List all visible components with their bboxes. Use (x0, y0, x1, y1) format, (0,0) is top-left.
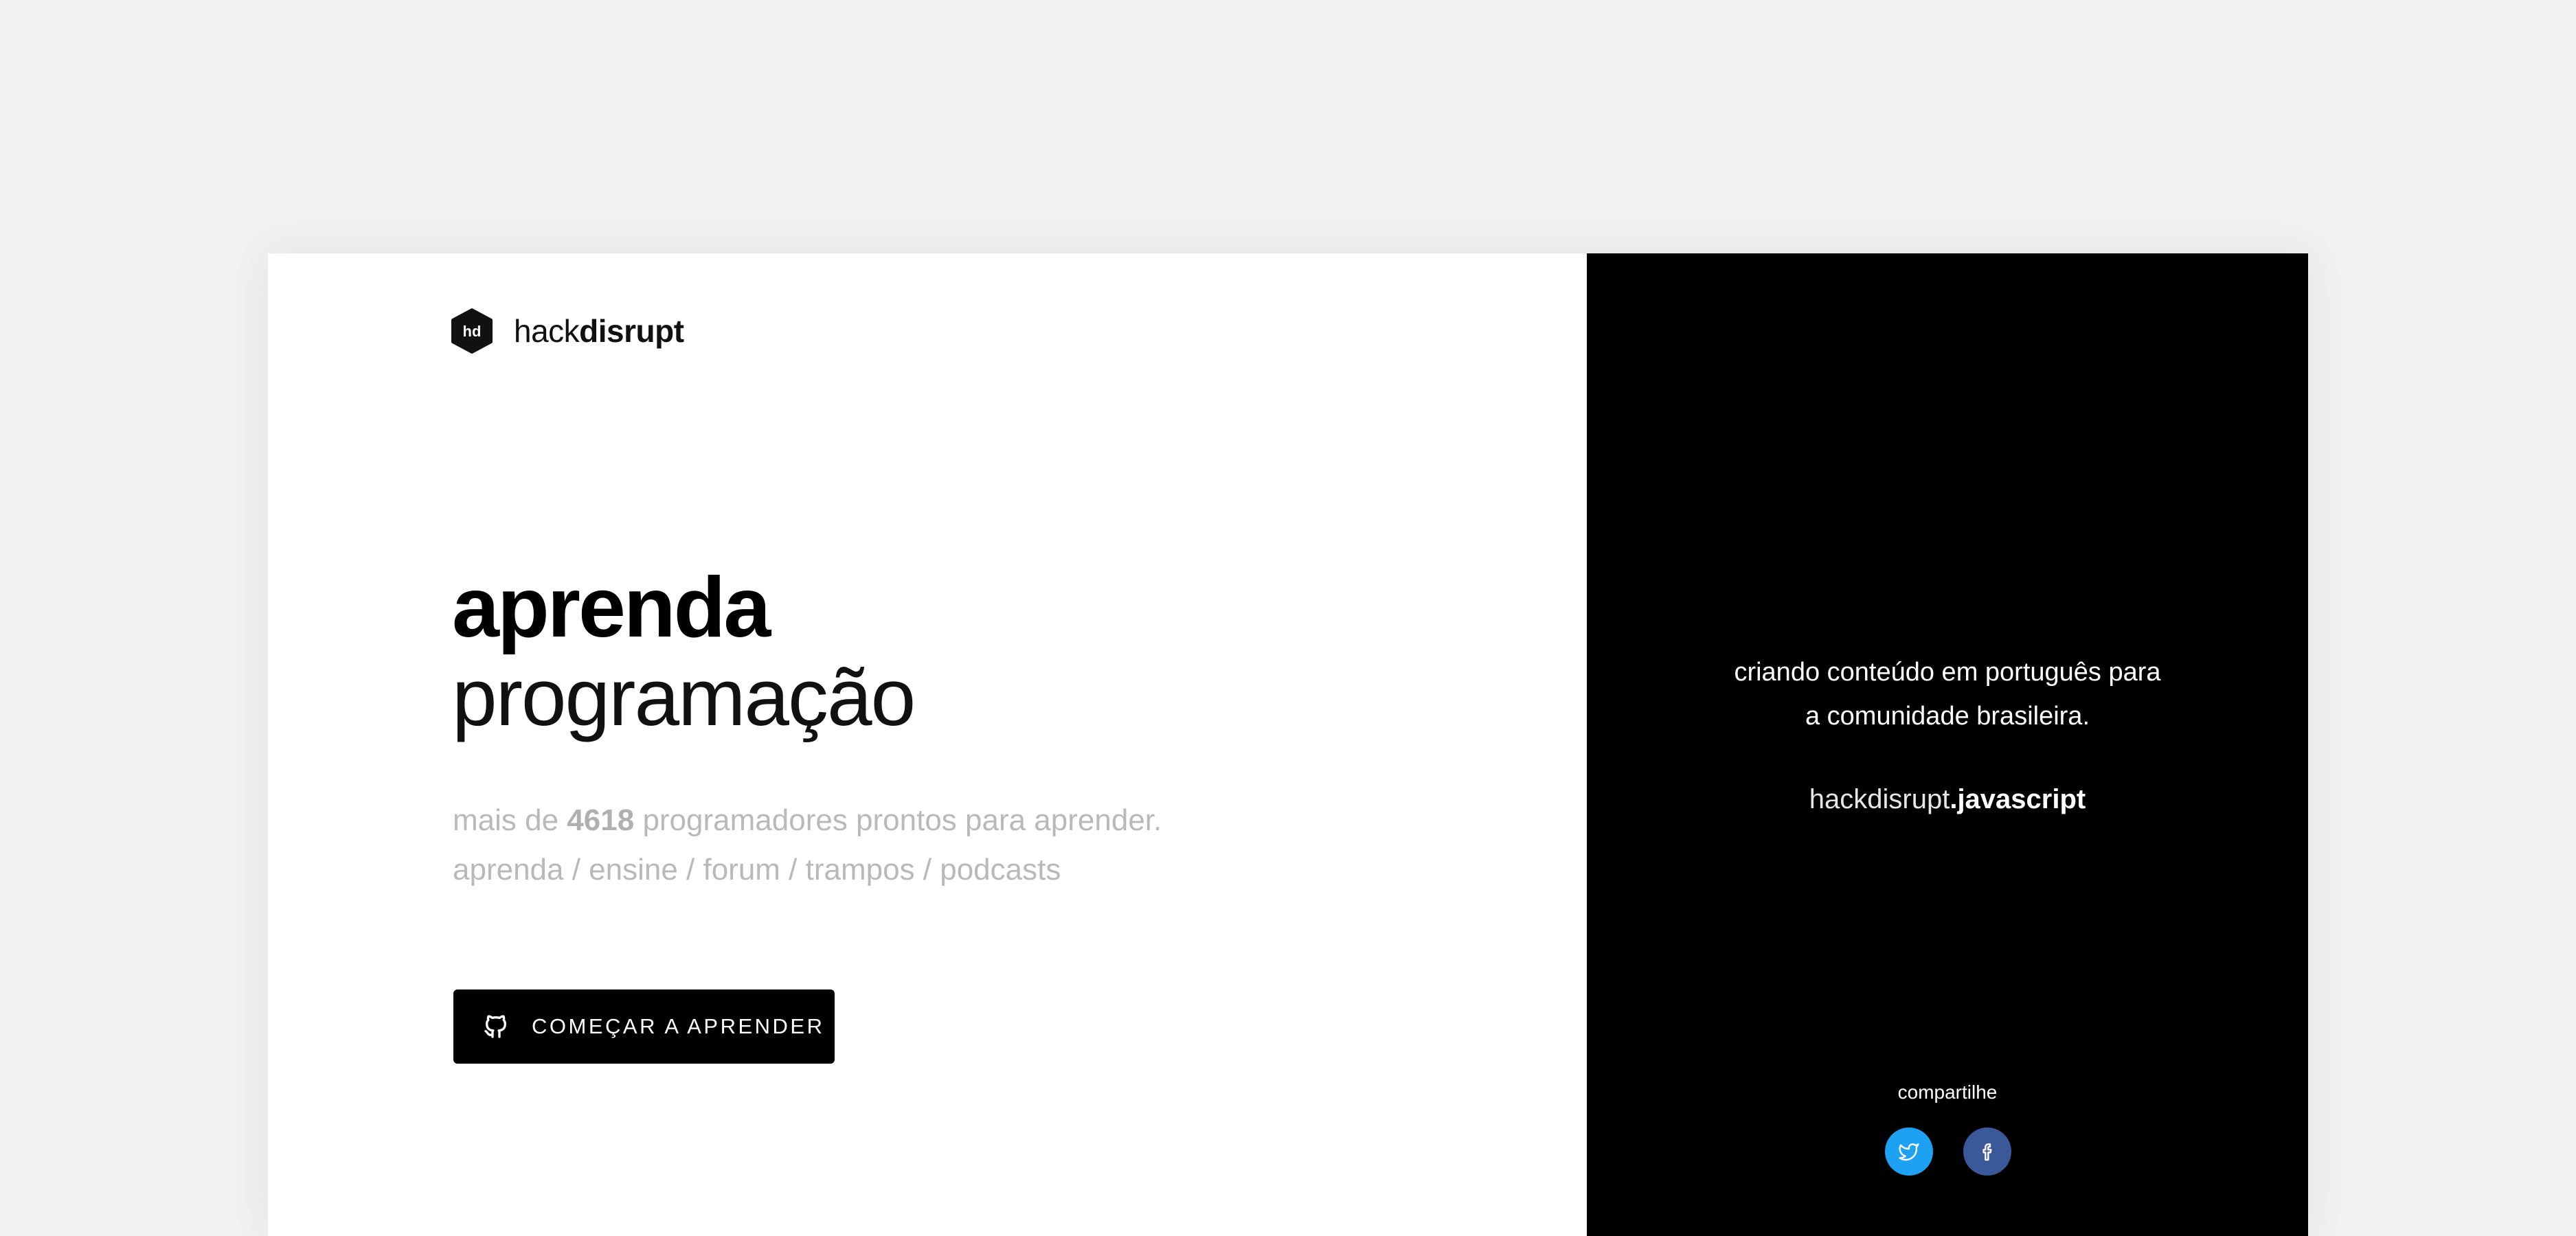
mission-text: criando conteúdo em português para a com… (1587, 650, 2308, 738)
mission-line-2: a comunidade brasileira. (1805, 702, 2090, 731)
hero-panel: hd hackdisrupt aprenda programação mais … (268, 253, 1587, 1236)
hero-subtitle: mais de 4618 programadores prontos para … (453, 796, 1162, 895)
domain-bold: .javascript (1950, 784, 2086, 814)
share-label: compartilhe (1897, 1082, 1998, 1103)
brand-name: hackdisrupt (514, 312, 684, 350)
github-icon (484, 1015, 506, 1038)
domain-light: hackdisrupt (1809, 784, 1950, 814)
logo-mark-text: hd (463, 323, 482, 340)
brand-name-light: hack (514, 313, 580, 349)
subtitle-suffix: programadores prontos para aprender. (642, 803, 1162, 837)
facebook-share-button[interactable] (1963, 1128, 2011, 1176)
start-learning-button[interactable]: COMEÇAR A APRENDER (453, 989, 835, 1064)
site-domain: hackdisrupt.javascript (1587, 784, 2308, 815)
programmer-count: 4618 (567, 803, 635, 837)
headline-light: programação (452, 652, 916, 743)
hexagon-logo-icon: hd (451, 308, 493, 354)
landing-card: hd hackdisrupt aprenda programação mais … (268, 253, 2308, 1236)
start-learning-label: COMEÇAR A APRENDER (532, 1014, 825, 1038)
mission-line-1: criando conteúdo em português para (1734, 658, 2161, 687)
subtitle-line-1: mais de 4618 programadores prontos para … (453, 796, 1162, 845)
hero-headline: aprenda programação (452, 560, 916, 744)
brand-name-bold: disrupt (579, 313, 684, 349)
subtitle-prefix: mais de (453, 803, 559, 837)
twitter-icon (1899, 1143, 1919, 1161)
brand-logo[interactable]: hd hackdisrupt (451, 308, 684, 354)
subtitle-links: aprenda / ensine / forum / trampos / pod… (453, 853, 1061, 886)
info-panel: criando conteúdo em português para a com… (1587, 253, 2308, 1236)
headline-bold: aprenda (452, 560, 771, 655)
facebook-icon (1982, 1143, 1992, 1161)
twitter-share-button[interactable] (1885, 1128, 1933, 1176)
